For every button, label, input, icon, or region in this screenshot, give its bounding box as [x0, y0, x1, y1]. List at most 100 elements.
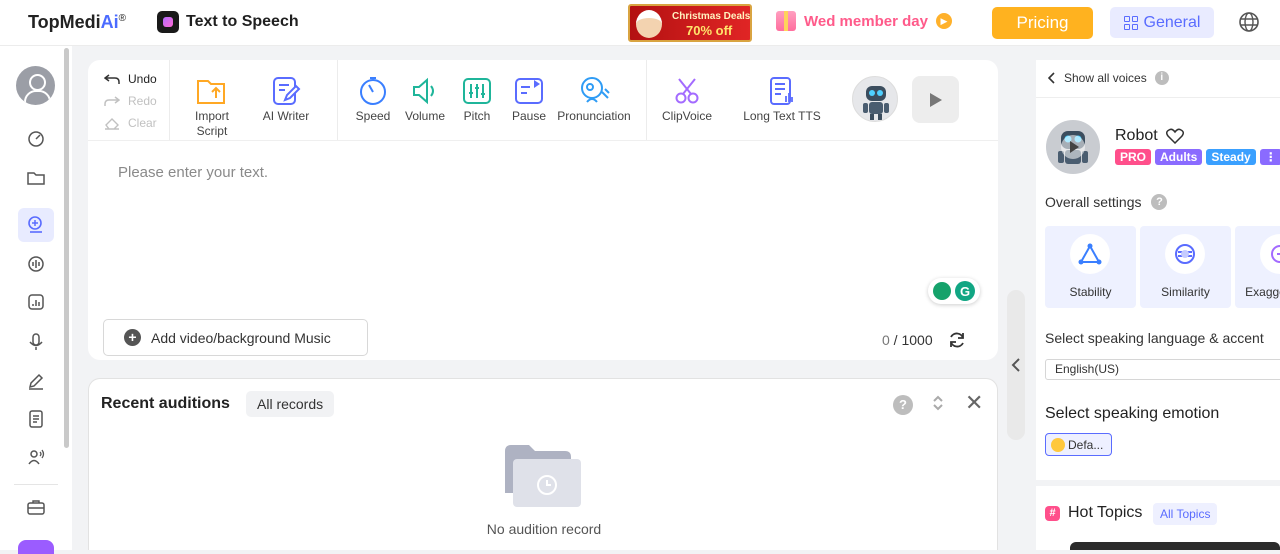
stability-label: Stability: [1069, 285, 1112, 299]
play-preview-button[interactable]: [912, 76, 959, 123]
text-to-speech-icon[interactable]: [18, 208, 54, 242]
empty-folder-icon: [505, 445, 581, 507]
brand-logo[interactable]: TopMediAi®: [28, 12, 126, 33]
app-icon: [157, 11, 179, 33]
pitch-icon: [463, 78, 491, 104]
toolbar-divider: [337, 60, 338, 140]
pause-button[interactable]: Pause: [510, 76, 548, 124]
long-text-label: Long Text TTS: [743, 109, 821, 123]
toolbox-icon[interactable]: [23, 494, 49, 520]
tts-editor: Undo Redo Clear Import Script AI Writer …: [88, 60, 998, 360]
audio-chart-icon[interactable]: [23, 289, 49, 315]
voice-wave-icon[interactable]: [23, 251, 49, 277]
sidebar-scrollbar[interactable]: [64, 48, 69, 448]
speed-button[interactable]: Speed: [354, 76, 392, 124]
undo-label: Undo: [128, 72, 157, 86]
smiley-icon: [1051, 437, 1065, 452]
text-input[interactable]: [118, 164, 938, 264]
redo-label: Redo: [128, 94, 157, 108]
grid-icon: [1123, 15, 1138, 30]
collapse-panel-button[interactable]: [1007, 290, 1025, 440]
import-script-label: Import Script: [194, 109, 229, 138]
count-current: 0: [882, 332, 890, 348]
top-bar: TopMediAi® Text to Speech Christmas Deal…: [0, 0, 1280, 46]
count-separator: /: [889, 332, 902, 348]
toolbar-bottom-divider: [88, 140, 998, 141]
count-max: 1000: [901, 332, 933, 348]
general-label: General: [1143, 13, 1201, 31]
pitch-button[interactable]: Pitch: [461, 76, 493, 124]
volume-label: Volume: [404, 109, 446, 123]
all-records-button[interactable]: All records: [246, 391, 335, 417]
long-text-tts-button[interactable]: Long Text TTS: [742, 76, 822, 124]
clear-button[interactable]: Clear: [104, 112, 174, 134]
ai-writer-icon: [273, 77, 301, 105]
pen-icon[interactable]: [23, 368, 49, 394]
clipvoice-button[interactable]: ClipVoice: [659, 76, 715, 124]
document-icon[interactable]: [23, 406, 49, 432]
hot-topics-label: Hot Topics: [1068, 504, 1143, 521]
ai-writer-label: AI Writer: [262, 109, 310, 123]
microphone-icon[interactable]: [23, 329, 49, 355]
christmas-promo-banner[interactable]: Christmas Deals 70% off: [628, 4, 752, 42]
close-icon[interactable]: ✕: [965, 392, 983, 414]
santa-icon: [636, 10, 662, 38]
voice-settings-panel: Show all voices i Robot PRO Adults Stead…: [1036, 60, 1280, 550]
chevron-right-icon: ▶: [935, 13, 952, 29]
pronunciation-label: Pronunciation: [557, 109, 631, 123]
promo-title: Christmas Deals: [672, 11, 751, 22]
exaggeration-card[interactable]: Exaggeration: [1235, 226, 1280, 308]
pronunciation-button[interactable]: Pronunciation: [554, 76, 634, 124]
add-background-music-button[interactable]: + Add video/background Music: [103, 319, 368, 356]
similarity-card[interactable]: Similarity: [1140, 226, 1231, 308]
ai-writer-button[interactable]: AI Writer: [260, 76, 312, 124]
import-script-button[interactable]: Import Script: [192, 76, 232, 139]
bulb-icon: [933, 282, 951, 300]
stability-card[interactable]: Stability: [1045, 226, 1136, 308]
emotion-default-button[interactable]: Defa...: [1045, 433, 1112, 456]
volume-button[interactable]: Volume: [402, 76, 448, 124]
member-day-link[interactable]: Wed member day ▶: [776, 11, 952, 31]
recent-auditions-panel: Recent auditions All records ? ✕ No audi…: [88, 378, 998, 550]
voice-avatar-robot[interactable]: [852, 76, 898, 122]
all-topics-button[interactable]: All Topics: [1153, 503, 1218, 525]
folder-upload-icon: [197, 80, 225, 104]
globe-icon: [1239, 12, 1259, 32]
long-text-icon: [770, 77, 793, 105]
exaggeration-icon: [1260, 234, 1280, 274]
language-globe-button[interactable]: [1234, 7, 1264, 37]
similarity-icon: [1165, 234, 1205, 274]
clear-label: Clear: [128, 116, 157, 130]
exaggeration-label: Exaggeration: [1245, 285, 1280, 299]
play-icon: [929, 92, 942, 107]
chevron-left-icon: [1011, 358, 1020, 372]
undo-icon: [104, 74, 120, 84]
promo-app-icon[interactable]: [18, 540, 54, 554]
help-icon[interactable]: ?: [893, 395, 913, 415]
pricing-button[interactable]: Pricing: [992, 7, 1093, 39]
character-counter: 0 / 1000: [882, 332, 933, 348]
grammarly-widget[interactable]: G: [928, 278, 980, 304]
volume-icon: [413, 77, 434, 105]
speed-label: Speed: [355, 109, 391, 123]
speaker-person-icon[interactable]: [23, 444, 49, 470]
pause-icon: [515, 78, 543, 104]
folder-icon[interactable]: [23, 165, 49, 191]
undo-button[interactable]: Undo: [104, 68, 174, 90]
redo-button[interactable]: Redo: [104, 90, 174, 112]
left-sidebar: [0, 46, 72, 554]
pitch-label: Pitch: [463, 109, 491, 123]
topic-thumbnail[interactable]: [1070, 542, 1280, 550]
redo-icon: [104, 96, 120, 106]
plus-circle-icon: +: [124, 329, 141, 346]
robot-icon: [863, 86, 889, 120]
general-button[interactable]: General: [1110, 7, 1214, 38]
refresh-button[interactable]: [948, 331, 966, 354]
gift-icon: [776, 11, 796, 31]
sort-toggle-icon[interactable]: [932, 394, 944, 417]
language-select[interactable]: English(US): [1045, 359, 1280, 380]
sidebar-divider: [14, 484, 58, 485]
user-avatar[interactable]: [16, 66, 55, 105]
panel-section-divider: [1036, 480, 1280, 486]
gauge-icon[interactable]: [23, 126, 49, 152]
